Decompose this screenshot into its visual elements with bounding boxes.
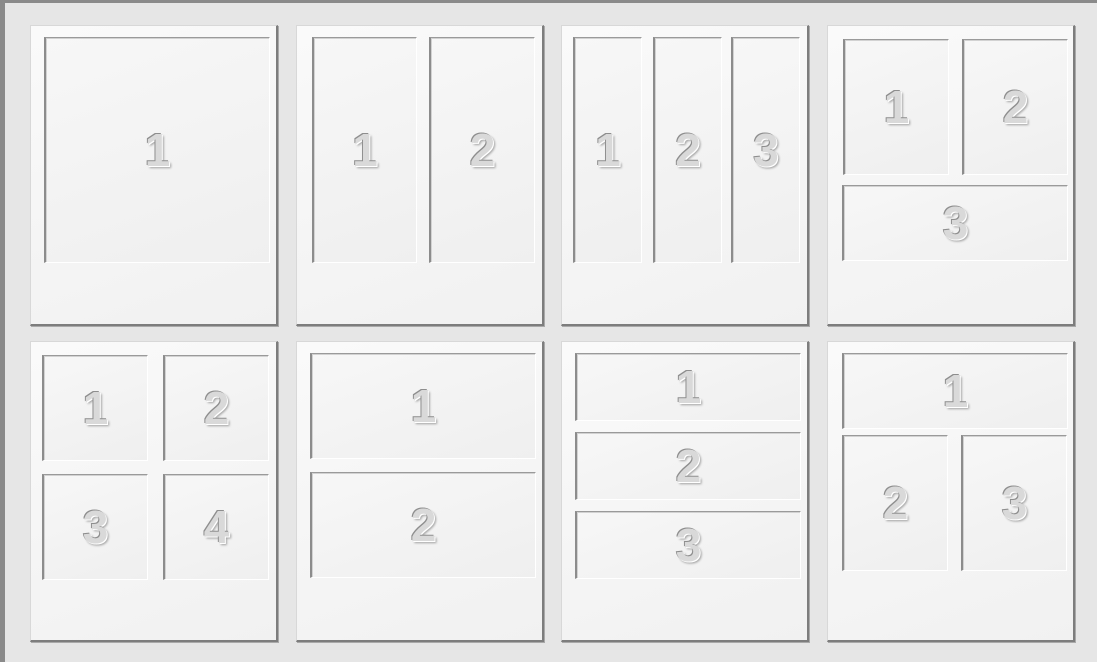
panel-number: 2 bbox=[469, 124, 496, 176]
panel-number: 4 bbox=[203, 501, 230, 553]
panel-number: 2 bbox=[410, 499, 437, 551]
panel-slot: 1 bbox=[842, 353, 1068, 429]
panel-number: 2 bbox=[882, 477, 909, 529]
panel-slot: 1 bbox=[573, 37, 642, 263]
panel-slot: 3 bbox=[575, 511, 801, 579]
panel-slot: 1 bbox=[42, 355, 148, 461]
panel-slot: 2 bbox=[310, 472, 536, 578]
panel-slot: 3 bbox=[731, 37, 800, 263]
panel-number: 2 bbox=[1002, 81, 1029, 133]
panel-slot: 1 bbox=[44, 37, 270, 263]
panel-number: 1 bbox=[410, 380, 437, 432]
layout-option-two-top-one-bottom[interactable]: 1 2 3 bbox=[827, 25, 1075, 326]
layout-option-three-columns[interactable]: 1 2 3 bbox=[561, 25, 809, 326]
layout-picker: 1 1 2 1 2 3 1 2 3 1 2 3 4 1 2 1 2 3 1 2 … bbox=[0, 0, 1097, 662]
panel-slot: 2 bbox=[842, 435, 948, 571]
panel-slot: 1 bbox=[843, 39, 949, 175]
panel-number: 1 bbox=[942, 365, 969, 417]
panel-slot: 1 bbox=[310, 353, 536, 459]
panel-slot: 4 bbox=[163, 474, 269, 580]
panel-slot: 2 bbox=[962, 39, 1068, 175]
panel-number: 2 bbox=[675, 440, 702, 492]
layout-option-one-top-two-bottom[interactable]: 1 2 3 bbox=[827, 341, 1075, 642]
panel-number: 1 bbox=[82, 382, 109, 434]
panel-slot: 2 bbox=[653, 37, 722, 263]
layout-option-three-rows[interactable]: 1 2 3 bbox=[561, 341, 809, 642]
panel-slot: 1 bbox=[312, 37, 417, 263]
layout-option-two-columns[interactable]: 1 2 bbox=[296, 25, 544, 326]
panel-slot: 3 bbox=[42, 474, 148, 580]
panel-slot: 2 bbox=[429, 37, 535, 263]
panel-number: 3 bbox=[1001, 477, 1028, 529]
panel-number: 3 bbox=[942, 197, 969, 249]
panel-slot: 2 bbox=[163, 355, 269, 461]
panel-slot: 1 bbox=[575, 353, 801, 421]
panel-number: 3 bbox=[753, 124, 779, 176]
panel-slot: 3 bbox=[961, 435, 1067, 571]
panel-number: 1 bbox=[144, 124, 171, 176]
panel-number: 3 bbox=[675, 519, 702, 571]
panel-number: 1 bbox=[675, 361, 702, 413]
panel-number: 2 bbox=[675, 124, 701, 176]
panel-slot: 3 bbox=[842, 185, 1068, 261]
panel-number: 1 bbox=[883, 81, 910, 133]
layout-option-two-rows[interactable]: 1 2 bbox=[296, 341, 544, 642]
panel-slot: 2 bbox=[575, 432, 801, 500]
panel-number: 1 bbox=[595, 124, 621, 176]
layout-option-four-grid[interactable]: 1 2 3 4 bbox=[30, 341, 278, 642]
panel-number: 3 bbox=[82, 501, 109, 553]
panel-number: 2 bbox=[203, 382, 230, 434]
panel-number: 1 bbox=[352, 124, 378, 176]
layout-option-one-panel[interactable]: 1 bbox=[30, 25, 278, 326]
